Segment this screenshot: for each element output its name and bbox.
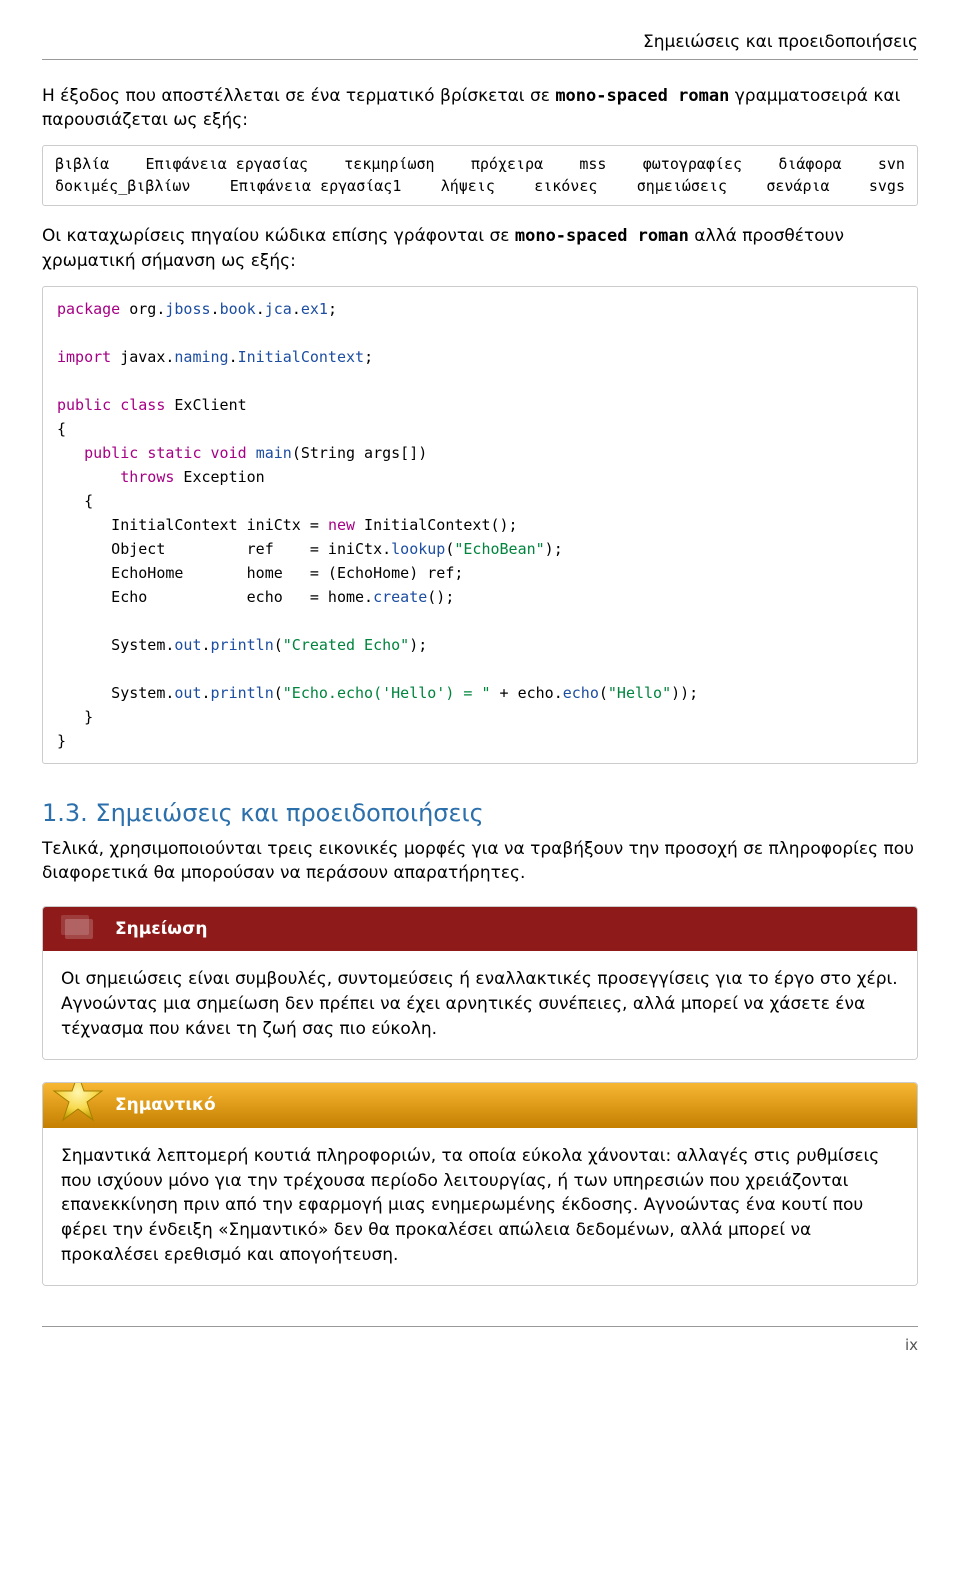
intro-mono-2: mono-spaced roman: [515, 226, 689, 246]
admonition-note-title: Σημείωση: [115, 919, 207, 939]
intro2-before: Οι καταχωρίσεις πηγαίου κώδικα επίσης γρ…: [42, 226, 515, 246]
admonition-note-header: Σημείωση: [43, 907, 917, 952]
word: δοκιμές_βιβλίων: [55, 176, 190, 198]
word: τεκμηρίωση: [344, 154, 434, 176]
word: svn: [878, 154, 905, 176]
section-heading: 1.3. Σημειώσεις και προειδοποιήσεις: [42, 796, 918, 831]
word: εικόνες: [534, 176, 597, 198]
word: mss: [579, 154, 606, 176]
word: svgs: [869, 176, 905, 198]
word: λήψεις: [441, 176, 495, 198]
word: πρόχειρα: [471, 154, 543, 176]
word: Επιφάνεια εργασίας1: [230, 176, 402, 198]
intro-paragraph-1: Η έξοδος που αποστέλλεται σε ένα τερματι…: [42, 84, 918, 133]
source-code-example: package org.jboss.book.jca.ex1; import j…: [42, 286, 918, 764]
admonition-important-header: Σημαντικό: [43, 1083, 917, 1128]
intro-paragraph-2: Οι καταχωρίσεις πηγαίου κώδικα επίσης γρ…: [42, 224, 918, 273]
header-divider: [42, 59, 918, 60]
word: Επιφάνεια εργασίας: [145, 154, 308, 176]
word: σενάρια: [766, 176, 829, 198]
intro-mono-1: mono-spaced roman: [555, 86, 729, 106]
admonition-note-body: Οι σημειώσεις είναι συμβουλές, συντομεύσ…: [43, 951, 917, 1059]
word: βιβλία: [55, 154, 109, 176]
footer-divider: [42, 1326, 918, 1327]
admonition-important-body: Σημαντικά λεπτομερή κουτιά πληροφοριών, …: [43, 1128, 917, 1285]
page-number: ix: [42, 1335, 918, 1357]
star-icon: [51, 1082, 105, 1125]
section-body: Τελικά, χρησιμοποιούνται τρεις εικονικές…: [42, 837, 918, 886]
terminal-output-example: βιβλία Επιφάνεια εργασίας τεκμηρίωση πρό…: [42, 145, 918, 207]
admonition-important-title: Σημαντικό: [115, 1095, 216, 1115]
note-icon: [59, 911, 99, 941]
running-header: Σημειώσεις και προειδοποιήσεις: [42, 30, 918, 55]
word: φωτογραφίες: [643, 154, 742, 176]
intro-text-before: Η έξοδος που αποστέλλεται σε ένα τερματι…: [42, 86, 555, 106]
word: σημειώσεις: [637, 176, 727, 198]
admonition-note: Σημείωση Οι σημειώσεις είναι συμβουλές, …: [42, 906, 918, 1061]
admonition-important: Σημαντικό Σημαντικά λεπτομερή κουτιά πλη…: [42, 1082, 918, 1286]
word: διάφορα: [778, 154, 841, 176]
